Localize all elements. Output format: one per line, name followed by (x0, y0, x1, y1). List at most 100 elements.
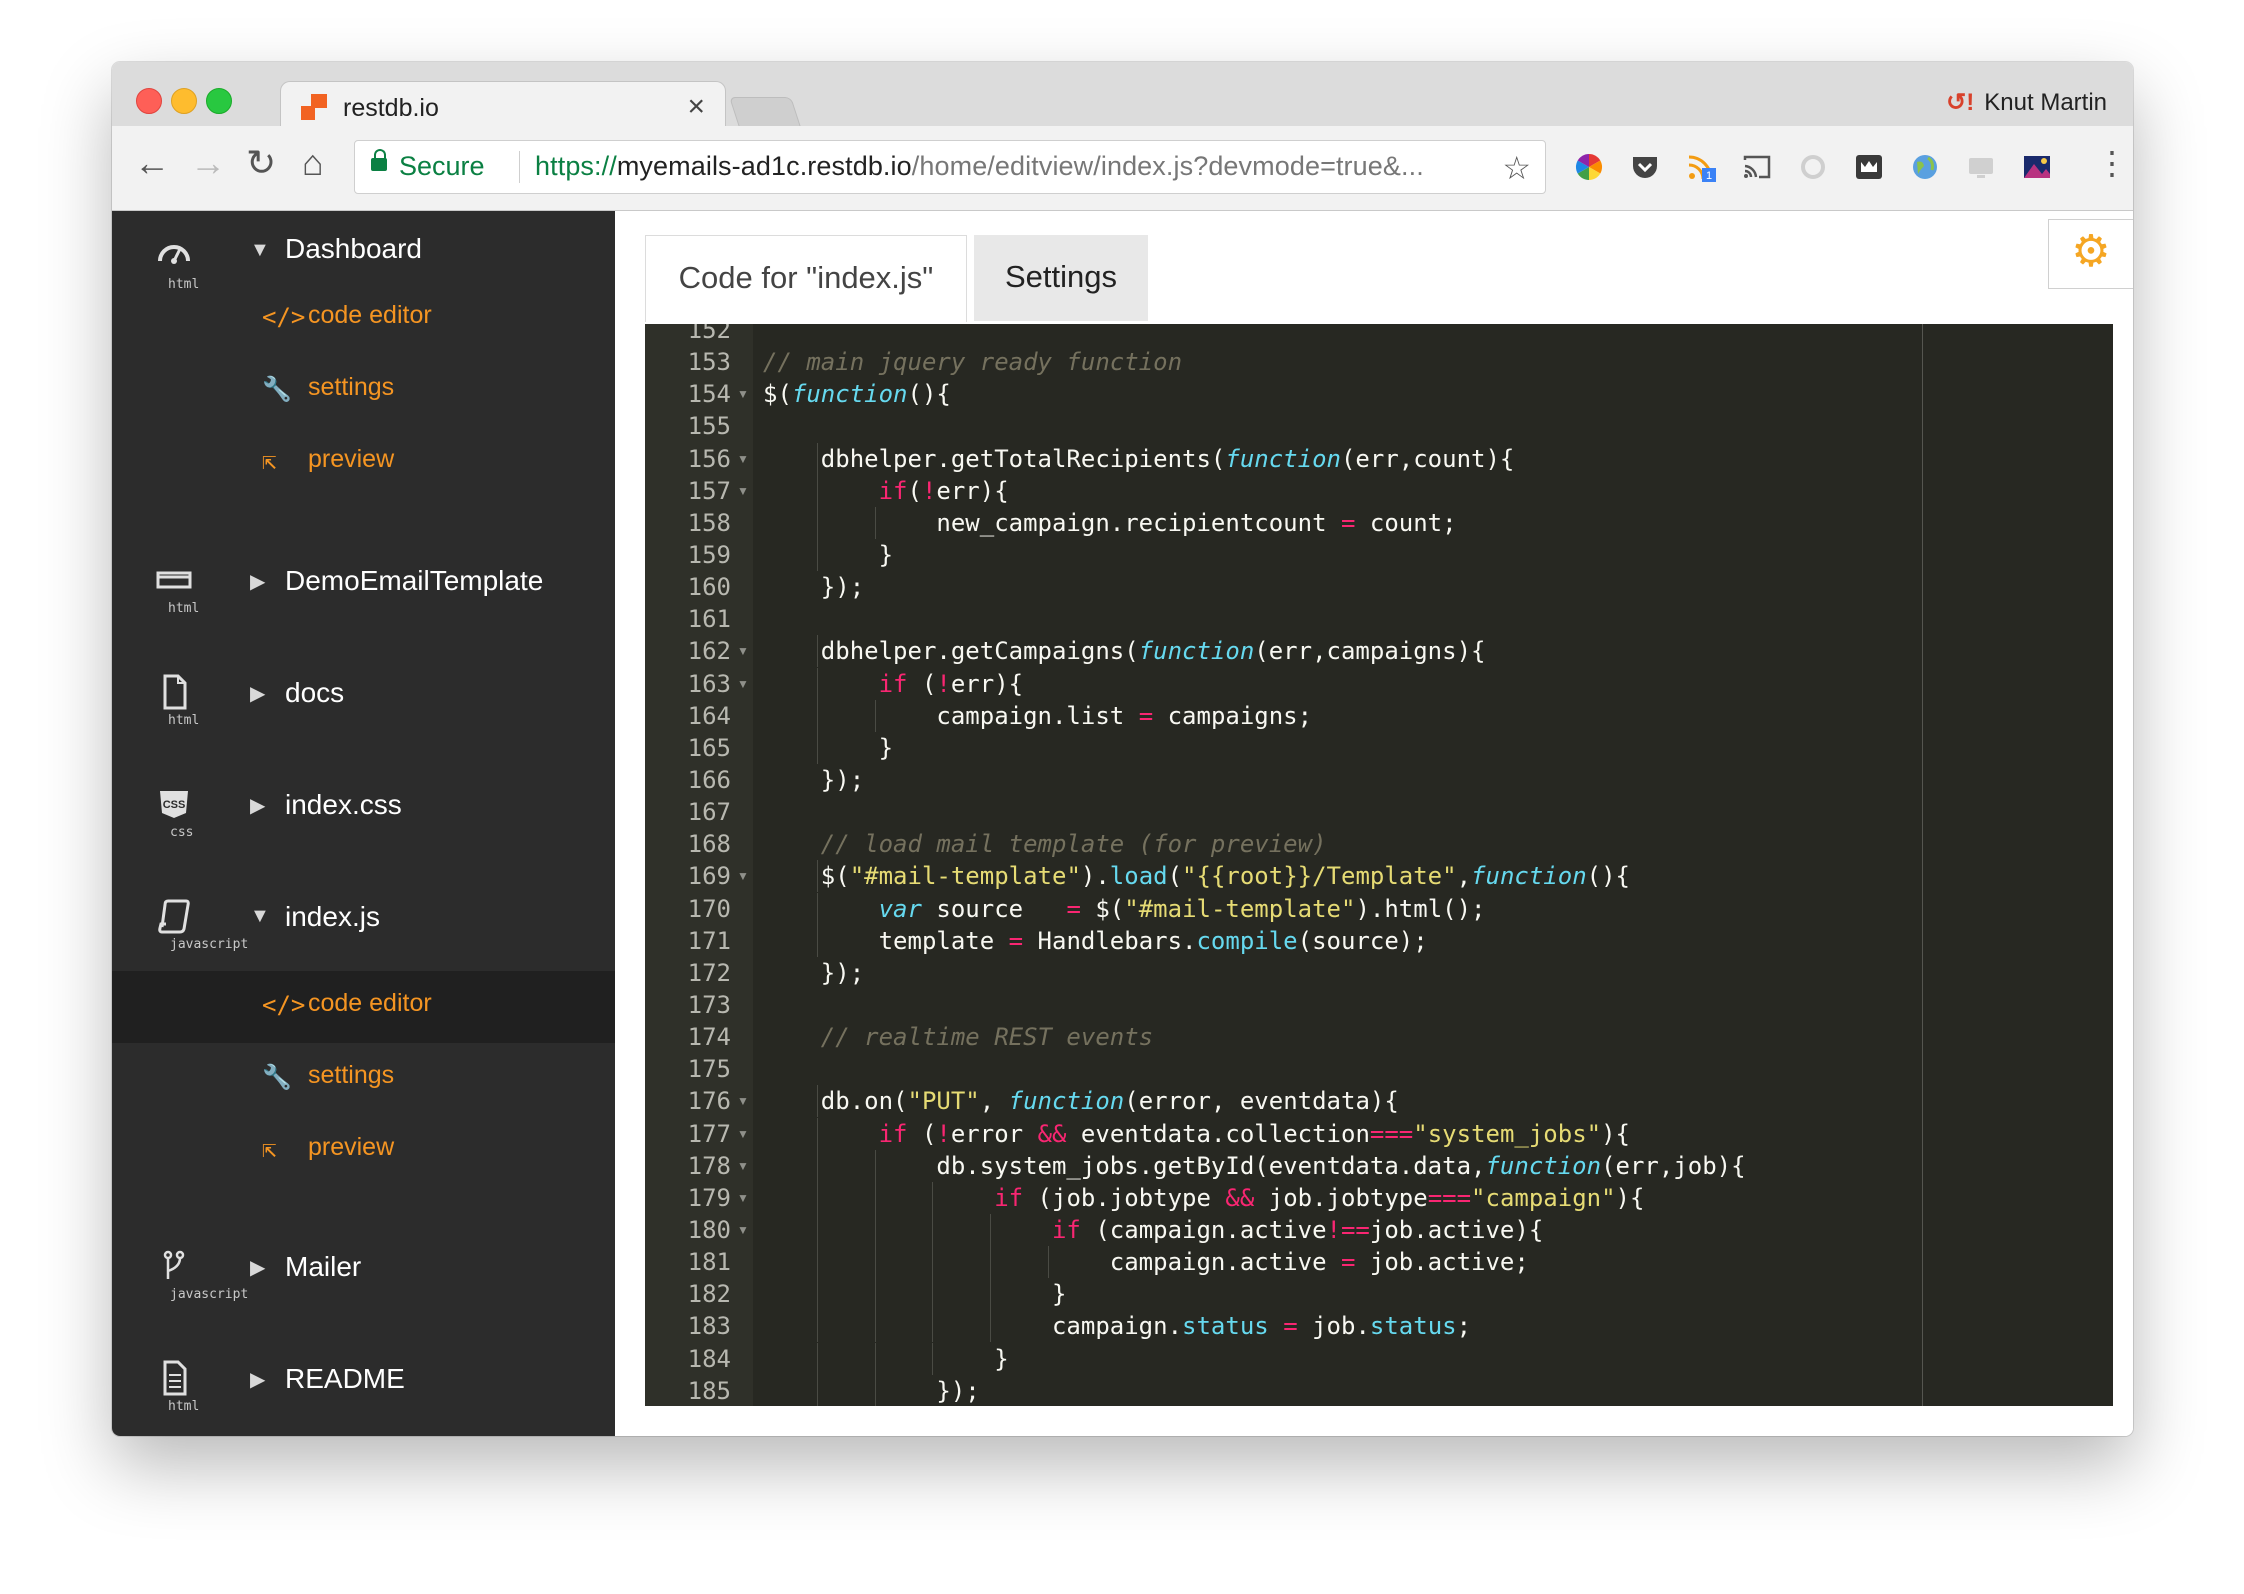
title-bar: restdb.io × ↺! Knut Martin (112, 62, 2133, 128)
line-number: 156 (687, 444, 731, 473)
fold-arrow-icon[interactable]: ▼ (737, 1085, 749, 1117)
line-number: 157 (687, 476, 731, 505)
menu-icon[interactable]: ⋮ (2096, 143, 2128, 183)
caret-right-icon[interactable]: ▶ (250, 1255, 265, 1280)
line-number: 153 (687, 348, 731, 377)
rss-extension-icon[interactable]: 1 (1686, 152, 1716, 182)
url-text[interactable]: https://myemails-ad1c.restdb.io/home/edi… (535, 151, 1424, 182)
line-number: 159 (687, 540, 731, 569)
browser-window: restdb.io × ↺! Knut Martin ← → ↻ ⌂ Secure… (112, 62, 2133, 1436)
tab-settings[interactable]: Settings (974, 235, 1148, 321)
code-text: // main jquery ready function (763, 348, 1183, 377)
line-number: 164 (687, 701, 731, 730)
line-number: 169 (687, 862, 731, 891)
caret-down-icon[interactable]: ▼ (250, 905, 270, 928)
code-line: 176 ▼ db.on("PUT", function(error, eventd… (645, 1085, 2113, 1118)
fold-arrow-icon[interactable]: ▼ (737, 635, 749, 667)
code-text: template = Handlebars.compile(source); (763, 926, 1428, 955)
css-icon: CSS (160, 791, 188, 818)
svg-text:1: 1 (1706, 170, 1712, 182)
caret-right-icon[interactable]: ▶ (250, 681, 265, 706)
fold-arrow-icon[interactable]: ▼ (737, 443, 749, 475)
home-icon[interactable]: ⌂ (302, 143, 324, 183)
code-line: 162 ▼ dbhelper.getCampaigns(function(err,… (645, 635, 2113, 668)
code-text: campaign.status = job.status; (763, 1312, 1472, 1341)
line-number: 168 (687, 830, 731, 859)
line-number: 175 (687, 1055, 731, 1084)
code-line: 161 (645, 603, 2113, 635)
code-line: 173 (645, 989, 2113, 1021)
code-text: if (job.jobtype && job.jobtype==="campai… (994, 1183, 1645, 1212)
code-line: 165 } (645, 731, 2113, 764)
code-line: 171 template = Handlebars.compile(source… (645, 924, 2113, 957)
image-extension-icon[interactable] (2022, 152, 2052, 182)
fold-arrow-icon[interactable]: ▼ (737, 378, 749, 410)
close-window-button[interactable] (136, 88, 162, 114)
new-tab-button[interactable] (729, 97, 801, 127)
code-text: dbhelper.getCampaigns(function(err,campa… (763, 637, 1486, 666)
line-number: 174 (687, 1023, 731, 1052)
code-line: 179 ▼ if (job.jobtype && job.jobtype==="c… (645, 1181, 2113, 1214)
bookmark-star-icon[interactable]: ☆ (1502, 149, 1531, 187)
code-line: 172 }); (645, 957, 2113, 989)
code-text: }); (763, 573, 865, 602)
cast-icon[interactable] (1742, 152, 1772, 182)
sidebar-subitem-settings[interactable]: 🔧 settings (112, 355, 615, 427)
globe-extension-icon[interactable] (1910, 152, 1940, 182)
profile-button[interactable]: ↺! Knut Martin (1946, 88, 2107, 117)
code-text: // realtime REST events (820, 1023, 1154, 1052)
zoom-window-button[interactable] (206, 88, 232, 114)
fold-arrow-icon[interactable]: ▼ (737, 668, 749, 700)
fold-arrow-icon[interactable]: ▼ (737, 1214, 749, 1246)
back-icon[interactable]: ← (134, 143, 170, 183)
pocket-extension-icon[interactable] (1630, 152, 1660, 182)
sidebar-subitem-settings[interactable]: 🔧 settings (112, 1043, 615, 1115)
sync-error-icon: ↺! (1946, 89, 1975, 116)
sidebar-subitem-code-editor-active[interactable]: </> code editor (112, 971, 615, 1043)
code-text: $(function(){ (763, 380, 951, 409)
document-icon (163, 1360, 187, 1396)
tab-code[interactable]: Code for "index.js" (645, 235, 967, 322)
code-text: var source = $("#mail-template").html(); (878, 894, 1486, 923)
fold-arrow-icon[interactable]: ▼ (737, 475, 749, 507)
code-text: db.on("PUT", function(error, eventdata){ (763, 1087, 1399, 1116)
tab-close-icon[interactable]: × (687, 90, 705, 124)
caret-right-icon[interactable]: ▶ (250, 793, 265, 818)
browser-toolbar: ← → ↻ ⌂ Secure https://myemails-ad1c.res… (112, 126, 2133, 211)
color-wheel-extension-icon[interactable] (1574, 152, 1604, 182)
sidebar-subitem-preview[interactable]: ⇱ preview (112, 1115, 615, 1187)
sidebar-subitem-preview[interactable]: ⇱ preview (112, 427, 615, 499)
code-editor[interactable]: 152 153// main jquery ready function 154 ▼ $… (645, 324, 2113, 1406)
code-line: 175 (645, 1053, 2113, 1085)
line-number: 181 (687, 1248, 731, 1277)
line-number: 179 (687, 1183, 731, 1212)
fold-arrow-icon[interactable]: ▼ (737, 1150, 749, 1182)
code-text: new_campaign.recipientcount = count; (763, 508, 1457, 537)
fold-arrow-icon[interactable]: ▼ (737, 1182, 749, 1214)
address-bar[interactable]: Secure https://myemails-ad1c.restdb.io/h… (354, 140, 1546, 194)
sidebar-subitem-code-editor[interactable]: </> code editor (112, 283, 615, 355)
caret-right-icon[interactable]: ▶ (250, 1367, 265, 1392)
code-text: if (campaign.active!==job.active){ (1051, 1215, 1544, 1244)
code-line: 183 campaign.status = job.status; (645, 1310, 2113, 1343)
code-line: 160 }); (645, 571, 2113, 603)
line-number: 160 (687, 573, 731, 602)
code-text: } (763, 733, 894, 762)
line-number: 185 (687, 1376, 731, 1405)
forward-icon[interactable]: → (190, 143, 226, 183)
lock-icon (371, 149, 387, 171)
crown-extension-icon[interactable] (1854, 152, 1884, 182)
sync-extension-icon[interactable] (1798, 152, 1828, 182)
screen-extension-icon[interactable] (1966, 152, 1996, 182)
browser-tab[interactable]: restdb.io × (280, 81, 726, 128)
caret-down-icon[interactable]: ▼ (250, 239, 270, 262)
code-line: 181 campaign.active = job.active; (645, 1246, 2113, 1279)
caret-right-icon[interactable]: ▶ (250, 569, 265, 594)
reload-icon[interactable]: ↻ (246, 143, 276, 183)
settings-gear-icon[interactable]: ⚙ (2048, 219, 2133, 289)
minimize-window-button[interactable] (171, 88, 197, 114)
fold-arrow-icon[interactable]: ▼ (737, 1118, 749, 1150)
main-content: Code for "index.js" Settings ⚙ 152 153 // … (615, 211, 2133, 1436)
code-icon: </> (262, 991, 306, 1019)
fold-arrow-icon[interactable]: ▼ (737, 860, 749, 892)
